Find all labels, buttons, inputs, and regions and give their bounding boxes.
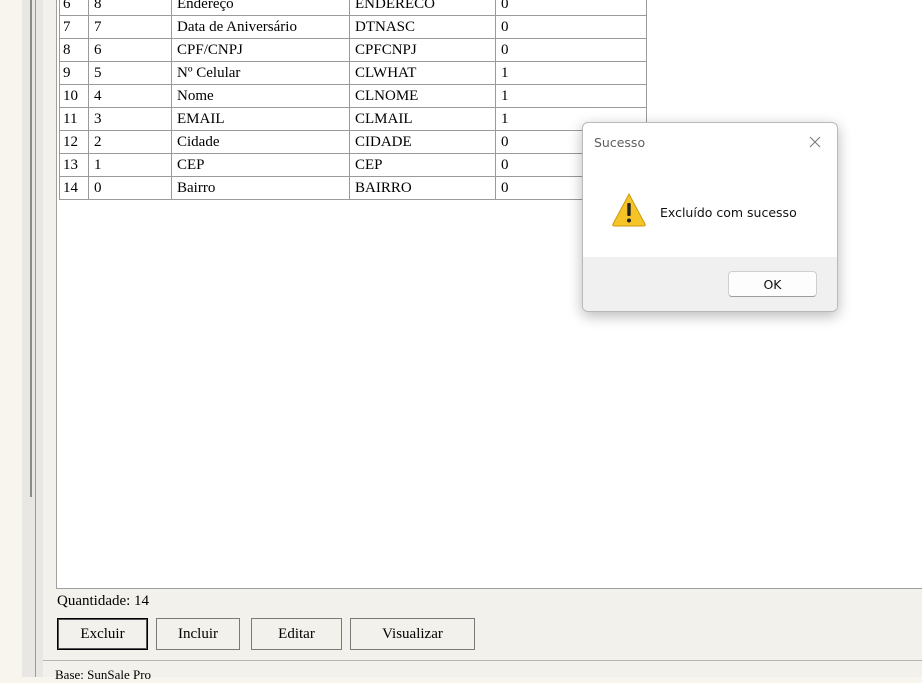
table-row[interactable]: 10 4 Nome CLNOME 1 xyxy=(59,84,647,108)
table-cell[interactable]: CIDADE xyxy=(349,130,496,154)
table-cell[interactable]: 13 xyxy=(59,153,89,177)
table-cell[interactable]: CLNOME xyxy=(349,84,496,108)
table-cell[interactable]: 9 xyxy=(59,61,89,85)
table-row[interactable]: 11 3 EMAIL CLMAIL 1 xyxy=(59,107,647,131)
close-icon[interactable] xyxy=(793,123,837,161)
table-cell[interactable]: CPFCNPJ xyxy=(349,38,496,62)
table-cell[interactable]: 2 xyxy=(88,130,172,154)
table-cell[interactable]: CPF/CNPJ xyxy=(171,38,350,62)
ok-button[interactable]: OK xyxy=(728,271,817,297)
dialog-footer: OK xyxy=(583,257,837,311)
excluir-button[interactable]: Excluir xyxy=(57,618,148,650)
fields-table: 6 8 Endereço ENDERECO 0 7 7 Data de Aniversário… xyxy=(59,0,647,200)
table-cell[interactable]: 7 xyxy=(88,15,172,39)
table-cell[interactable]: 5 xyxy=(88,61,172,85)
table-cell[interactable]: 10 xyxy=(59,84,89,108)
table-row[interactable]: 12 2 Cidade CIDADE 0 xyxy=(59,130,647,154)
table-cell[interactable]: 0 xyxy=(88,176,172,200)
table-cell[interactable]: Nº Celular xyxy=(171,61,350,85)
table-cell[interactable]: Endereço xyxy=(171,0,350,16)
quantity-label: Quantidade: 14 xyxy=(57,593,150,609)
incluir-button[interactable]: Incluir xyxy=(156,618,240,650)
table-cell[interactable]: 1 xyxy=(495,84,647,108)
visualizar-button[interactable]: Visualizar xyxy=(350,618,475,650)
table-cell[interactable]: ENDERECO xyxy=(349,0,496,16)
warning-icon xyxy=(611,192,647,232)
main-panel: 6 8 Endereço ENDERECO 0 7 7 Data de Aniversário… xyxy=(43,0,922,677)
status-separator xyxy=(43,660,922,661)
table-cell[interactable]: 6 xyxy=(59,0,89,16)
table-row[interactable]: 9 5 Nº Celular CLWHAT 1 xyxy=(59,61,647,85)
table-cell[interactable]: 0 xyxy=(495,38,647,62)
table-cell[interactable]: Nome xyxy=(171,84,350,108)
panel-divider xyxy=(35,0,36,677)
table-cell[interactable]: CLMAIL xyxy=(349,107,496,131)
table-cell[interactable]: EMAIL xyxy=(171,107,350,131)
table-cell[interactable]: 1 xyxy=(88,153,172,177)
table-cell[interactable]: BAIRRO xyxy=(349,176,496,200)
table-cell[interactable]: Bairro xyxy=(171,176,350,200)
table-row[interactable]: 7 7 Data de Aniversário DTNASC 0 xyxy=(59,15,647,39)
table-cell[interactable]: 0 xyxy=(495,0,647,16)
table-cell[interactable]: 8 xyxy=(88,0,172,16)
table-cell[interactable]: 6 xyxy=(88,38,172,62)
table-cell[interactable]: 0 xyxy=(495,15,647,39)
dialog-title: Sucesso xyxy=(594,135,646,150)
dialog-message: Excluído com sucesso xyxy=(660,205,797,220)
vertical-scrollbar-track[interactable] xyxy=(30,0,32,497)
table-row[interactable]: 8 6 CPF/CNPJ CPFCNPJ 0 xyxy=(59,38,647,62)
table-row[interactable]: 6 8 Endereço ENDERECO 0 xyxy=(59,0,647,16)
table-cell[interactable]: CLWHAT xyxy=(349,61,496,85)
left-margin xyxy=(0,0,22,677)
table-cell[interactable]: 1 xyxy=(495,61,647,85)
table-cell[interactable]: 8 xyxy=(59,38,89,62)
table-row[interactable]: 14 0 Bairro BAIRRO 0 xyxy=(59,176,647,200)
table-cell[interactable]: CEP xyxy=(171,153,350,177)
table-cell[interactable]: Cidade xyxy=(171,130,350,154)
table-cell[interactable]: CEP xyxy=(349,153,496,177)
table-cell[interactable]: 14 xyxy=(59,176,89,200)
table-cell[interactable]: 12 xyxy=(59,130,89,154)
table-cell[interactable]: DTNASC xyxy=(349,15,496,39)
left-panel xyxy=(22,0,43,677)
success-dialog: Sucesso Excluído com sucesso OK xyxy=(582,122,838,312)
table-cell[interactable]: 3 xyxy=(88,107,172,131)
status-text: Base: SunSale Pro xyxy=(55,667,152,682)
table-row[interactable]: 13 1 CEP CEP 0 xyxy=(59,153,647,177)
table-cell[interactable]: 7 xyxy=(59,15,89,39)
table-cell[interactable]: 11 xyxy=(59,107,89,131)
table-cell[interactable]: Data de Aniversário xyxy=(171,15,350,39)
editar-button[interactable]: Editar xyxy=(251,618,342,650)
table-cell[interactable]: 4 xyxy=(88,84,172,108)
